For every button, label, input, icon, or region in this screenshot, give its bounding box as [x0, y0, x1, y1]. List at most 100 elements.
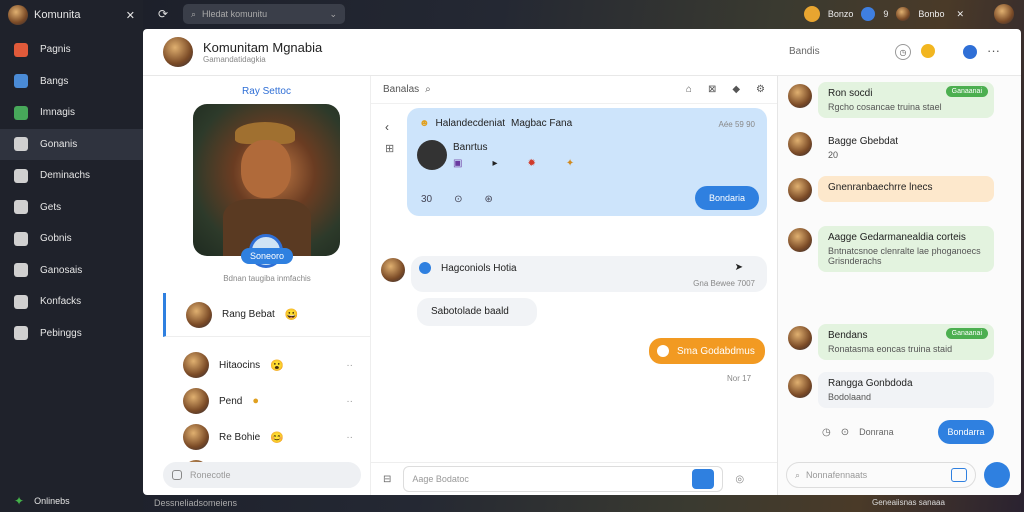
sidebar-item[interactable]: Gets — [0, 192, 143, 224]
card-avatar[interactable] — [788, 374, 812, 398]
reply-button[interactable]: Bondaria — [695, 186, 759, 210]
sidebar-nav: Pagnis Bangs Imnagis Gonanis Deminachs Gets Go… — [0, 34, 143, 349]
badge-icon[interactable]: ▣ — [453, 158, 462, 169]
user-avatar[interactable] — [803, 6, 820, 22]
reply-actions: ◷ ⊙ Donrana — [822, 427, 894, 438]
pin-icon[interactable]: ➤ — [735, 262, 743, 273]
book-icon — [14, 263, 28, 278]
settings-icon — [14, 326, 28, 341]
post-tag: Magbac Fana — [511, 118, 573, 129]
activity-card[interactable]: Aagge Gedarmanealdia corteis Bntnatcsnoe … — [818, 226, 994, 272]
status-emoji-icon: 😀 — [284, 309, 299, 321]
verified-icon[interactable] — [963, 45, 977, 59]
filter-icon[interactable] — [951, 468, 967, 482]
star-icon[interactable]: ✦ — [566, 158, 574, 169]
home-icon[interactable]: ⌂ — [686, 84, 692, 95]
activity-card[interactable]: Ron socdi Rgcho cosancae truina stael Gana… — [818, 82, 994, 118]
right-search-input[interactable]: ⌕ Nonnafennaats — [786, 462, 976, 488]
message-placeholder: Aage Bodatoc — [412, 474, 469, 484]
share-icon[interactable]: ⊠ — [708, 84, 716, 95]
sidebar-item[interactable]: Pagnis — [0, 34, 143, 66]
search-icon — [14, 168, 28, 183]
play-icon[interactable]: ▸ — [492, 158, 497, 169]
user-avatar-2[interactable] — [896, 7, 911, 21]
status-emoji-icon: 😮 — [270, 359, 284, 372]
emoji-icon[interactable] — [921, 44, 935, 58]
like-icon[interactable]: ⊙ — [454, 194, 462, 205]
card-avatar[interactable] — [788, 326, 812, 350]
card-avatar[interactable] — [788, 132, 812, 156]
message-input[interactable]: Aage Bodatoc — [403, 466, 724, 492]
attach-icon[interactable]: ⊟ — [383, 474, 391, 485]
sidebar-item[interactable]: Pebinggs — [0, 318, 143, 350]
comment-icon[interactable]: ⊛ — [485, 194, 493, 205]
notification-icon[interactable] — [861, 7, 876, 21]
send-button[interactable] — [692, 469, 715, 489]
activity-card[interactable]: Bagge Gbebdat 20 — [818, 130, 994, 166]
post-avatar[interactable] — [417, 140, 447, 170]
footer-text: Dessneliadsomeiens — [154, 498, 238, 508]
reply-label: Donrana — [859, 427, 894, 437]
card-avatar[interactable] — [788, 228, 812, 252]
sidebar-item-label: Imnagis — [40, 107, 76, 119]
sidebar-item[interactable]: Imnagis — [0, 97, 143, 129]
like-icon[interactable]: ⊙ — [841, 427, 849, 438]
tag-icon[interactable]: ◆ — [732, 84, 740, 95]
sidebar-item[interactable]: Gonanis — [0, 128, 143, 160]
refresh-icon[interactable]: ⟳ — [155, 7, 171, 21]
more-icon[interactable]: ··· — [987, 43, 1000, 58]
activity-card[interactable]: Rangga Gonbdoda Bodolaand — [818, 372, 994, 408]
voice-icon[interactable]: ◎ — [735, 474, 744, 485]
activity-card[interactable]: Gnenranbaechrre lnecs — [818, 176, 994, 202]
reply-button-right[interactable]: Bondarra — [938, 420, 994, 444]
close-icon[interactable]: ✕ — [126, 9, 135, 22]
post-header: ☻ Halandecdeniat Magbac Fana — [419, 118, 572, 129]
card-title: Bagge Gbebdat — [828, 136, 899, 147]
compose-button[interactable] — [984, 462, 1010, 488]
post-stats: 30 ⊙ ⊛ — [421, 194, 493, 205]
settings-icon[interactable]: ⚙ — [756, 84, 765, 95]
post-count: 30 — [421, 194, 433, 205]
composer: ⊟ Aage Bodatoc ◎ — [371, 462, 777, 495]
left-search-input[interactable]: Ronecotle — [163, 462, 361, 488]
emoji-icon — [657, 345, 669, 357]
profile-badge-label[interactable]: Soneoro — [241, 248, 293, 264]
search-icon[interactable]: ⌕ — [425, 84, 431, 95]
fire-icon[interactable]: ✹ — [527, 158, 535, 169]
contact-item[interactable]: Hitaocins 😮 ·· — [163, 347, 371, 383]
message-text-2: Sabotolade baald — [431, 306, 509, 317]
bookmark-icon[interactable]: ⊞ — [385, 142, 394, 155]
clock-icon[interactable]: ◷ — [895, 44, 911, 60]
sidebar-item[interactable]: Ganosais — [0, 255, 143, 287]
card-avatar[interactable] — [788, 178, 812, 202]
community-avatar[interactable] — [163, 37, 193, 67]
online-icon: ✦ — [14, 494, 25, 508]
sidebar-item[interactable]: Bangs — [0, 66, 143, 98]
close-icon[interactable]: ✕ — [956, 9, 964, 20]
card-body: 20 — [828, 150, 839, 160]
status-emoji-icon: ● — [252, 395, 260, 407]
back-icon[interactable]: ‹ — [385, 120, 389, 134]
card-avatar[interactable] — [788, 84, 812, 108]
box-icon — [14, 200, 28, 215]
sidebar-item[interactable]: Konfacks — [0, 286, 143, 318]
search-input[interactable]: ⌕ Hledat komunitu ⌄ — [183, 4, 345, 24]
status-badge: Ganaanai — [945, 328, 988, 339]
community-title-block: Komunitam Mgnabia Gamandatidagkia — [203, 40, 322, 64]
contact-item[interactable]: Rang Bebat 😀 — [163, 293, 371, 337]
activity-card[interactable]: Bendans Ronatasma eoncas truina staid Gana… — [818, 324, 994, 360]
contact-name: Hitaocins — [219, 359, 261, 371]
shield-icon — [14, 42, 28, 57]
contact-name: Pend — [219, 395, 243, 407]
post-card: ☻ Halandecdeniat Magbac Fana Aée 59 90 B… — [407, 108, 767, 216]
sidebar-item[interactable]: Gobnis — [0, 223, 143, 255]
card-title: Gnenranbaechrre lnecs — [828, 182, 933, 193]
contact-item[interactable]: Pend ● ·· — [163, 383, 371, 419]
profile-caption: Bdnan taugiba inmfachis — [223, 274, 311, 283]
sender-avatar[interactable] — [381, 258, 405, 282]
contact-item[interactable]: Re Bohie 😊 ·· — [163, 419, 371, 455]
sidebar-item[interactable]: Deminachs — [0, 160, 143, 192]
profile-avatar[interactable] — [994, 4, 1014, 24]
clock-icon[interactable]: ◷ — [822, 427, 831, 438]
contact-avatar — [186, 301, 212, 328]
